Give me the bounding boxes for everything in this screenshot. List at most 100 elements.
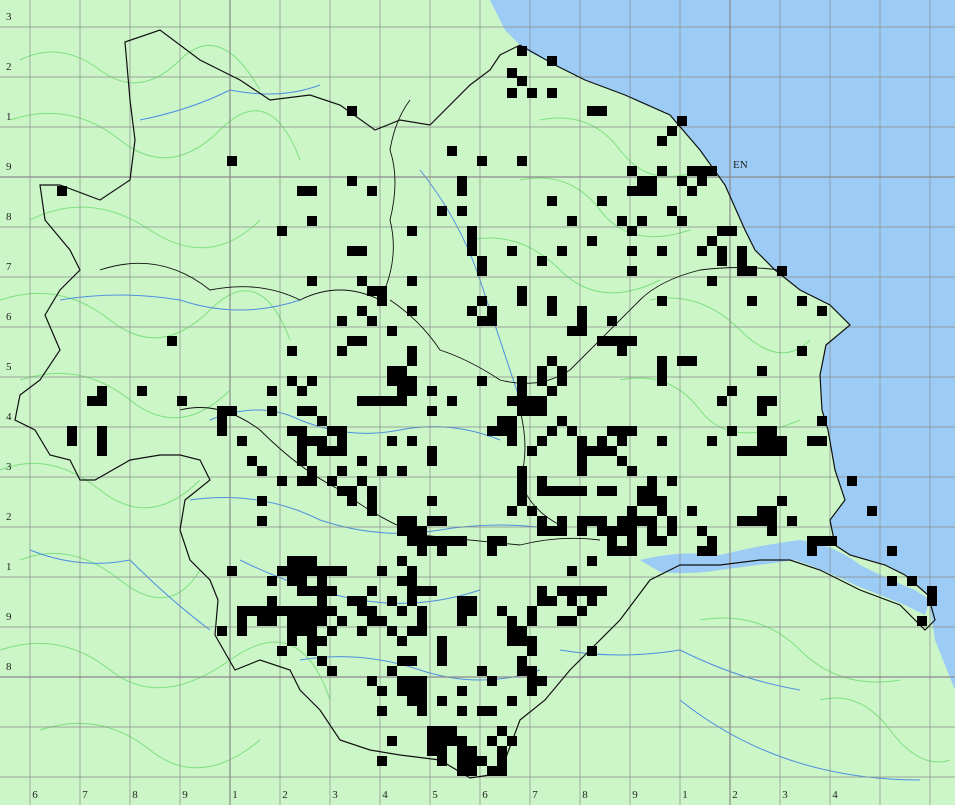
- record-square: [657, 436, 667, 446]
- record-square: [657, 136, 667, 146]
- record-square: [537, 586, 547, 596]
- record-square: [287, 616, 297, 626]
- record-square: [597, 586, 607, 596]
- record-square: [737, 266, 747, 276]
- record-square: [477, 296, 487, 306]
- record-square: [477, 756, 487, 766]
- record-square: [757, 516, 767, 526]
- record-square: [407, 386, 417, 396]
- record-square: [437, 516, 447, 526]
- map-canvas: EN 6 7 8 9 1 2 3 4 5 6 7 8 9 1 2 3 4 3 2 1 9 8 7 6 5 4 3 2 1 9 8: [0, 0, 955, 805]
- record-square: [297, 606, 307, 616]
- record-square: [907, 576, 917, 586]
- record-square: [407, 626, 417, 636]
- record-square: [577, 526, 587, 536]
- record-square: [407, 526, 417, 536]
- record-square: [557, 246, 567, 256]
- x-tick-label: 1: [232, 789, 238, 801]
- record-square: [667, 516, 677, 526]
- record-square: [517, 406, 527, 416]
- record-square: [487, 536, 497, 546]
- record-square: [557, 416, 567, 426]
- record-square: [357, 336, 367, 346]
- record-square: [597, 516, 607, 526]
- record-square: [547, 88, 557, 98]
- record-square: [227, 566, 237, 576]
- record-square: [97, 426, 107, 436]
- record-square: [497, 766, 507, 776]
- map[interactable]: EN 6 7 8 9 1 2 3 4 5 6 7 8 9 1 2 3 4 3 2 1 9 8 7 6 5 4 3 2 1 9 8: [0, 0, 955, 805]
- record-square: [697, 546, 707, 556]
- record-square: [317, 606, 327, 616]
- x-tick-label: 4: [832, 789, 838, 801]
- record-square: [297, 616, 307, 626]
- x-tick-label: 9: [182, 789, 188, 801]
- record-square: [497, 726, 507, 736]
- record-square: [337, 466, 347, 476]
- record-square: [487, 766, 497, 776]
- record-square: [317, 586, 327, 596]
- record-square: [377, 566, 387, 576]
- y-tick-label: 8: [6, 211, 12, 223]
- record-square: [607, 486, 617, 496]
- record-square: [257, 616, 267, 626]
- record-square: [267, 606, 277, 616]
- record-square: [657, 296, 667, 306]
- record-square: [537, 256, 547, 266]
- record-square: [507, 436, 517, 446]
- record-square: [647, 476, 657, 486]
- record-square: [627, 526, 637, 536]
- record-square: [657, 376, 667, 386]
- record-square: [577, 446, 587, 456]
- record-square: [767, 426, 777, 436]
- record-square: [477, 316, 487, 326]
- record-square: [497, 606, 507, 616]
- record-square: [367, 506, 377, 516]
- record-square: [287, 556, 297, 566]
- record-square: [577, 466, 587, 476]
- record-square: [397, 676, 407, 686]
- record-square: [357, 306, 367, 316]
- record-square: [407, 536, 417, 546]
- record-square: [307, 216, 317, 226]
- record-square: [777, 266, 787, 276]
- record-square: [437, 646, 447, 656]
- record-square: [527, 606, 537, 616]
- record-square: [537, 516, 547, 526]
- record-square: [437, 536, 447, 546]
- record-square: [597, 196, 607, 206]
- record-square: [517, 466, 527, 476]
- record-square: [457, 706, 467, 716]
- record-square: [727, 386, 737, 396]
- x-tick-label: 6: [482, 789, 488, 801]
- record-square: [517, 296, 527, 306]
- record-square: [377, 756, 387, 766]
- record-square: [387, 626, 397, 636]
- record-square: [167, 336, 177, 346]
- record-square: [587, 646, 597, 656]
- record-square: [737, 256, 747, 266]
- record-square: [597, 336, 607, 346]
- record-square: [347, 176, 357, 186]
- record-square: [377, 296, 387, 306]
- record-square: [517, 636, 527, 646]
- record-square: [337, 566, 347, 576]
- record-square: [797, 296, 807, 306]
- record-square: [277, 606, 287, 616]
- record-square: [627, 336, 637, 346]
- x-tick-label: 9: [632, 789, 638, 801]
- record-square: [817, 536, 827, 546]
- record-square: [387, 436, 397, 446]
- record-square: [427, 536, 437, 546]
- record-square: [717, 396, 727, 406]
- record-square: [367, 286, 377, 296]
- record-square: [587, 586, 597, 596]
- record-square: [597, 106, 607, 116]
- record-square: [647, 486, 657, 496]
- record-square: [657, 166, 667, 176]
- record-square: [407, 676, 417, 686]
- record-square: [797, 346, 807, 356]
- record-square: [297, 186, 307, 196]
- record-square: [317, 636, 327, 646]
- x-tick-label: 1: [682, 789, 688, 801]
